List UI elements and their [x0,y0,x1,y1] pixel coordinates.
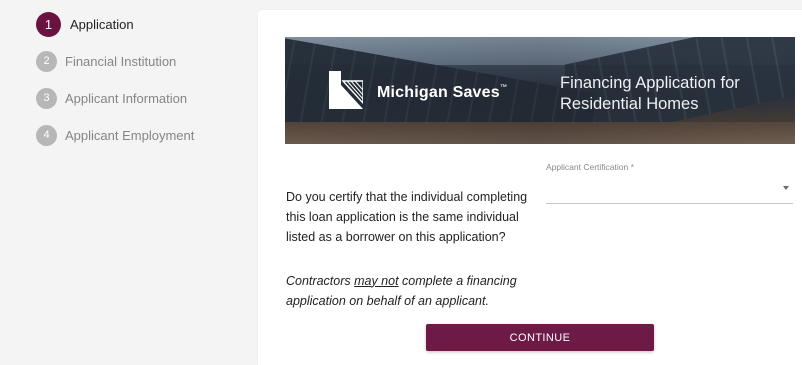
step-financial-institution[interactable]: 2 Financial Institution [36,49,194,73]
brand-name: Michigan Saves™ [377,84,507,102]
field-underline [546,203,793,204]
michigan-saves-logo-icon [329,71,363,109]
step-number-badge: 2 [36,50,57,72]
step-label: Applicant Information [65,90,188,106]
step-application[interactable]: 1 Application [36,11,194,37]
field-label: Applicant Certification * [546,162,634,172]
step-applicant-information[interactable]: 3 Applicant Information [36,86,194,110]
certification-question: Do you certify that the individual compl… [286,189,528,244]
brand-trademark: ™ [499,84,508,91]
note-text-start: Contractors [286,273,355,288]
contractor-note: Contractors may not complete a financing… [286,271,546,311]
step-label: Financial Institution [65,53,177,69]
step-number-badge: 3 [36,87,57,109]
step-label: Application [70,16,134,32]
brand-name-text: Michigan Saves [377,84,500,101]
step-applicant-employment[interactable]: 4 Applicant Employment [36,123,194,147]
application-card: Michigan Saves™ Financing Application fo… [258,10,802,365]
application-stepper: 1 Application 2 Financial Institution 3 … [36,11,194,160]
banner-title: Financing Application for Residential Ho… [560,74,740,113]
chevron-down-icon[interactable] [783,186,789,190]
hero-banner: Michigan Saves™ Financing Application fo… [285,37,795,144]
step-number-badge: 4 [36,124,57,146]
continue-button[interactable]: CONTINUE [426,324,654,351]
applicant-certification-select[interactable]: Applicant Certification * [546,162,793,204]
note-emphasis: may not [354,273,399,288]
step-number-badge: 1 [36,11,61,37]
step-label: Applicant Employment [65,127,195,143]
